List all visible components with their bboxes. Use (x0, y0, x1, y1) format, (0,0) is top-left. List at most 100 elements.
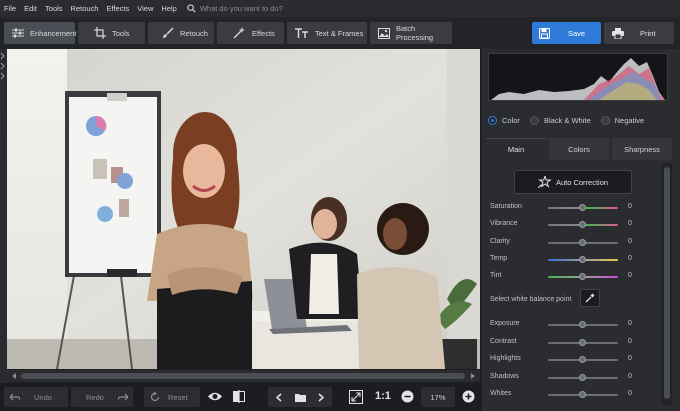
printer-icon (612, 27, 624, 39)
redo-label: Redo (86, 392, 104, 402)
menu-file[interactable]: File (4, 4, 16, 13)
tab-sharpness[interactable]: Sharpness (612, 138, 672, 160)
slider-value: 0 (628, 272, 632, 279)
bottom-toolbar: Undo Redo Reset 1:1 17% (0, 383, 482, 411)
compare-icon[interactable] (233, 390, 245, 403)
highlights-knob[interactable] (579, 356, 586, 363)
sliders-icon (12, 28, 24, 38)
reset-icon (150, 392, 160, 402)
undo-icon (10, 393, 20, 401)
exposure-knob[interactable] (579, 321, 586, 328)
fit-screen-icon[interactable] (349, 390, 363, 404)
whites-knob[interactable] (579, 391, 586, 398)
tab-label: Enhancement (30, 28, 77, 38)
menu-edit[interactable]: Edit (24, 4, 37, 13)
prev-icon[interactable] (276, 392, 282, 402)
search-box[interactable]: What do you want to do? (187, 4, 283, 13)
menu-effects[interactable]: Effects (106, 4, 129, 13)
main-toolbar: Enhancement Tools Retouch Effects Text &… (0, 17, 680, 49)
tab-batch-processing[interactable]: Batch Processing (370, 22, 452, 44)
tab-label: Batch Processing (396, 24, 434, 42)
crop-icon (94, 27, 106, 39)
tab-tools[interactable]: Tools (78, 22, 145, 44)
tab-text-frames[interactable]: Text & Frames (287, 22, 367, 44)
slider-value: 0 (628, 203, 632, 210)
tab-enhancement[interactable]: Enhancement (4, 22, 77, 44)
search-icon (187, 4, 196, 13)
auto-correction-button[interactable]: Auto Correction (514, 170, 632, 194)
actual-size-button[interactable]: 1:1 (375, 390, 391, 402)
slider-label: Exposure (490, 320, 520, 327)
eyedropper-icon (585, 293, 595, 303)
zoom-out-icon[interactable] (401, 390, 414, 403)
slider-value: 0 (628, 255, 632, 262)
menu-help[interactable]: Help (161, 4, 176, 13)
text-icon (295, 28, 309, 38)
mode-label-color: Color (502, 115, 520, 125)
save-button[interactable]: Save (532, 22, 601, 44)
menu-view[interactable]: View (137, 4, 153, 13)
contrast-knob[interactable] (579, 339, 586, 346)
eye-icon[interactable] (207, 391, 223, 402)
slider-label: Temp (490, 255, 508, 262)
print-button[interactable]: Print (604, 22, 674, 44)
slider-label: Contrast (490, 338, 517, 345)
save-icon (539, 27, 550, 39)
images-icon (378, 27, 390, 39)
slider-label: Whites (490, 390, 512, 397)
vibrance-knob[interactable] (579, 221, 586, 228)
save-label: Save (568, 28, 586, 38)
temp-knob[interactable] (579, 256, 586, 263)
radio-black-white[interactable] (529, 115, 539, 125)
folder-icon[interactable] (295, 393, 306, 402)
shadows-knob[interactable] (579, 374, 586, 381)
radio-color[interactable] (488, 115, 497, 125)
slider-label: Shadows (490, 373, 519, 380)
panel-scrollbar[interactable] (662, 163, 672, 405)
histogram (488, 53, 668, 101)
reset-label: Reset (168, 392, 188, 402)
saturation-knob[interactable] (579, 204, 586, 211)
slider-value: 0 (628, 220, 632, 227)
redo-button[interactable]: Redo (71, 387, 133, 407)
tint-knob[interactable] (579, 273, 586, 280)
zoom-in-icon[interactable] (462, 390, 475, 403)
color-mode-group: Color Black & White Negative (488, 111, 654, 129)
tab-effects[interactable]: Effects (217, 22, 284, 44)
radio-negative[interactable] (600, 115, 610, 125)
slider-label: Vibrance (490, 220, 518, 227)
photo-canvas[interactable] (7, 49, 480, 369)
left-collapse-strip[interactable] (0, 49, 7, 385)
tab-main[interactable]: Main (486, 138, 546, 160)
tab-label: Text & Frames (315, 28, 364, 38)
auto-correction-label: Auto Correction (555, 177, 609, 187)
print-label: Print (640, 28, 656, 38)
next-icon[interactable] (318, 392, 324, 402)
undo-button[interactable]: Undo (4, 387, 68, 407)
search-input[interactable]: What do you want to do? (200, 4, 283, 13)
navigation-group (268, 387, 332, 407)
brush-icon (162, 27, 174, 39)
reset-button[interactable]: Reset (144, 387, 200, 407)
tab-retouch[interactable]: Retouch (148, 22, 214, 44)
zoom-level-field[interactable]: 17% (421, 387, 455, 407)
panel-scrollbar-thumb[interactable] (664, 167, 670, 399)
slider-label: Highlights (490, 355, 521, 362)
magic-star-icon (537, 176, 551, 188)
tab-label: Retouch (180, 28, 208, 38)
slider-label: Clarity (490, 238, 510, 245)
menu-bar: File Edit Tools Retouch Effects View Hel… (0, 0, 680, 17)
adjustments-panel: Color Black & White Negative Main Colors… (482, 49, 680, 411)
slider-value: 0 (628, 338, 632, 345)
slider-label: Saturation (490, 203, 522, 210)
eyedropper-button[interactable] (580, 289, 600, 307)
zoom-level: 17% (430, 392, 446, 402)
clarity-knob[interactable] (579, 239, 586, 246)
slider-label: Tint (490, 272, 502, 279)
tab-colors[interactable]: Colors (549, 138, 609, 160)
horizontal-scrollbar[interactable] (7, 370, 480, 382)
undo-label: Undo (34, 392, 52, 402)
menu-tools[interactable]: Tools (45, 4, 63, 13)
menu-retouch[interactable]: Retouch (71, 4, 99, 13)
slider-value: 0 (628, 320, 632, 327)
